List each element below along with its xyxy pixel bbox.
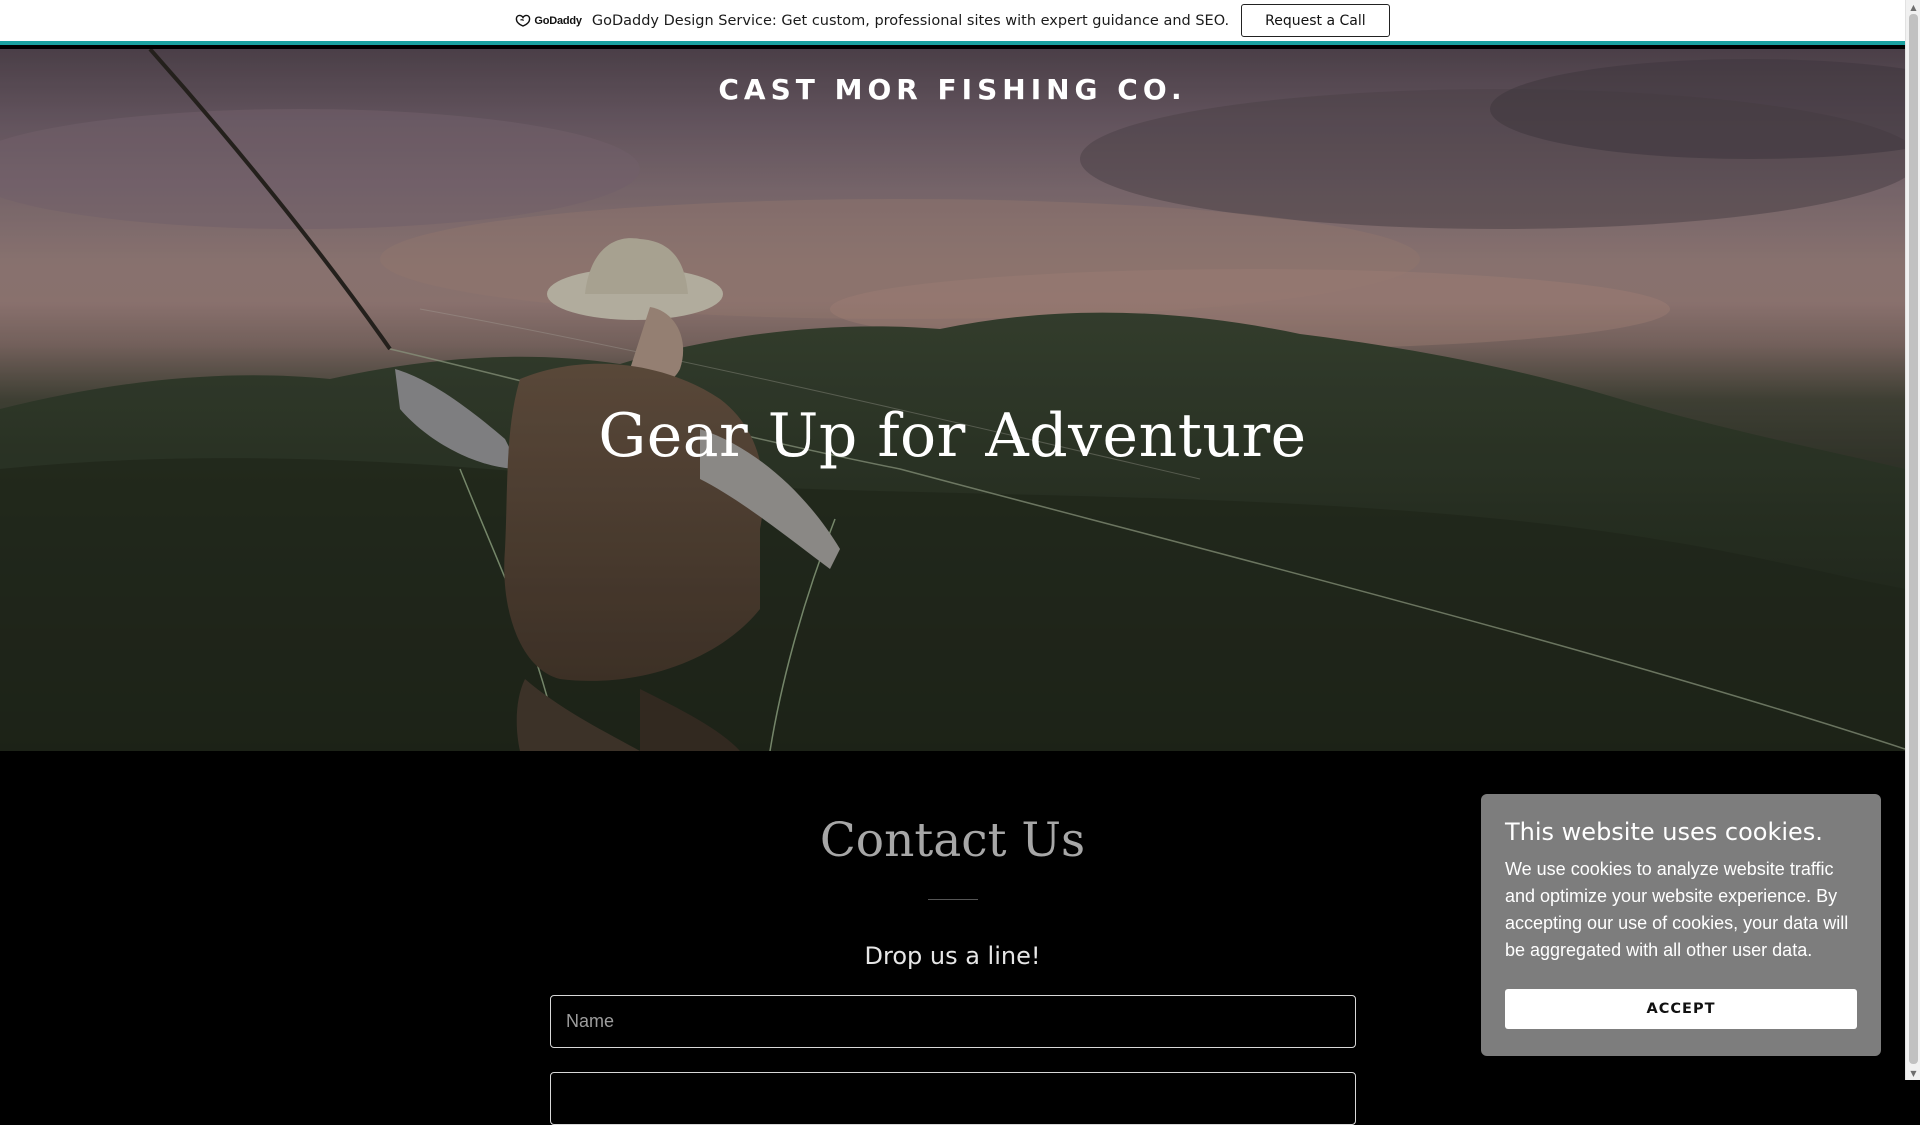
scroll-down-icon[interactable]: ▼ <box>1906 1067 1920 1079</box>
hero-overlay <box>0 49 1905 751</box>
godaddy-logo[interactable]: GoDaddy <box>515 14 582 27</box>
hero-section: CAST MOR FISHING CO. Gear Up for Adventu… <box>0 49 1905 751</box>
hero-heading: Gear Up for Adventure <box>598 401 1307 471</box>
godaddy-logo-icon <box>516 14 531 27</box>
site-title[interactable]: CAST MOR FISHING CO. <box>0 73 1905 106</box>
contact-divider <box>928 899 978 900</box>
accept-cookies-button[interactable]: ACCEPT <box>1505 989 1857 1029</box>
godaddy-logo-text: GoDaddy <box>534 14 582 27</box>
request-call-button[interactable]: Request a Call <box>1241 4 1390 37</box>
cookie-banner: This website uses cookies. We use cookie… <box>1481 794 1881 1056</box>
promo-bar: GoDaddy GoDaddy Design Service: Get cust… <box>0 0 1905 45</box>
promo-message: GoDaddy Design Service: Get custom, prof… <box>591 12 1230 29</box>
scroll-up-icon[interactable]: ▲ <box>1906 1 1920 13</box>
name-field[interactable] <box>550 995 1356 1048</box>
promo-content: GoDaddy GoDaddy Design Service: Get cust… <box>515 4 1390 37</box>
vertical-scrollbar[interactable]: ▲ ▼ <box>1905 0 1920 1080</box>
cookie-title: This website uses cookies. <box>1505 818 1823 846</box>
cookie-body: We use cookies to analyze website traffi… <box>1505 859 1849 960</box>
scrollbar-thumb[interactable] <box>1909 14 1918 1064</box>
